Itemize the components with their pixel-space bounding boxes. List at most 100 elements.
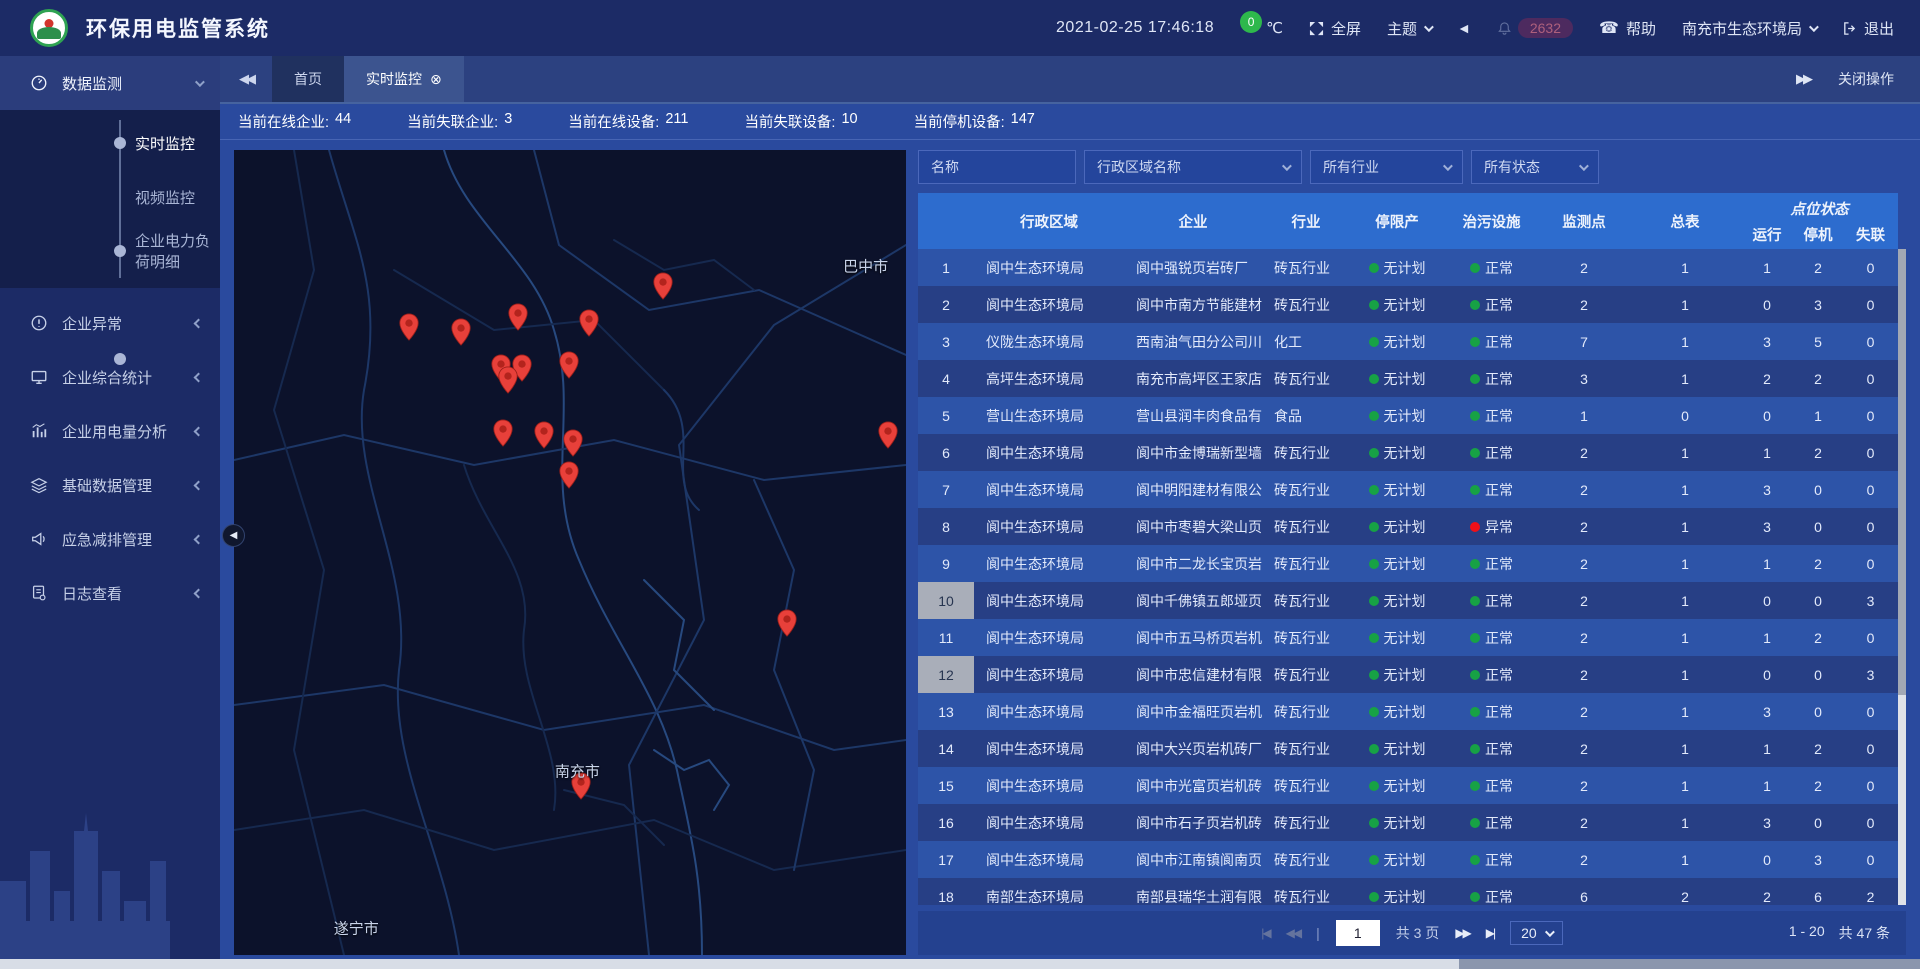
horizontal-scrollbar[interactable] <box>0 959 1920 969</box>
table-row[interactable]: 6 阆中生态环境局 阆中市金博瑞新型墙材 砖瓦行业 无计划 正常 2 1 1 2 <box>918 434 1898 471</box>
status-select[interactable]: 所有状态 <box>1471 150 1599 184</box>
sidebar-item-label: 数据监测 <box>62 73 181 94</box>
sidebar-item-enterprise-abnormal[interactable]: 企业异常 <box>0 296 220 350</box>
megaphone-icon <box>30 530 48 548</box>
last-page-button[interactable]: ▶| <box>1486 926 1494 940</box>
page-number-input[interactable] <box>1336 920 1380 946</box>
sidebar-item-base-data-management[interactable]: 基础数据管理 <box>0 458 220 512</box>
notification-area[interactable]: 2632 <box>1497 18 1573 38</box>
table-row[interactable]: 2 阆中生态环境局 阆中市南方节能建材有 砖瓦行业 无计划 正常 2 1 0 3 <box>918 286 1898 323</box>
sidebar-item-data-monitoring[interactable]: 数据监测 <box>0 56 220 110</box>
table-row[interactable]: 13 阆中生态环境局 阆中市金福旺页岩机砖 砖瓦行业 无计划 正常 2 1 3 … <box>918 693 1898 730</box>
status-dot-icon <box>1470 855 1480 865</box>
sidebar-item-video-monitoring[interactable]: 视频监控 <box>0 170 220 224</box>
map-pin-icon[interactable] <box>653 272 674 305</box>
sound-toggle-button[interactable]: ◄ <box>1457 20 1471 36</box>
status-dot-icon <box>1470 485 1480 495</box>
table-row[interactable]: 3 仪陇生态环境局 西南油气田分公司川中 化工 无计划 正常 7 1 3 5 0 <box>918 323 1898 360</box>
tab-list: 首页 实时监控 ⊗ <box>272 56 464 102</box>
next-page-button[interactable]: ▶▶ <box>1455 926 1469 940</box>
row-facility-status: 正常 <box>1444 804 1539 841</box>
sidebar-item-log-view[interactable]: 日志查看 <box>0 566 220 620</box>
table-row[interactable]: 5 营山生态环境局 营山县润丰肉食品有限 食品 无计划 正常 1 0 0 1 0 <box>918 397 1898 434</box>
row-region: 阆中生态环境局 <box>974 286 1124 323</box>
temperature-badge: 0 <box>1240 11 1262 33</box>
row-lost-count: 0 <box>1843 693 1898 730</box>
map-pin-icon[interactable] <box>562 429 583 462</box>
map-canvas[interactable]: 巴中市南充市遂宁市 <box>234 150 906 955</box>
organization-dropdown[interactable]: 南充市生态环境局 <box>1682 18 1816 39</box>
table-row[interactable]: 11 阆中生态环境局 阆中市五马桥页岩机砖 砖瓦行业 无计划 正常 2 1 1 … <box>918 619 1898 656</box>
row-plan-status: 无计划 <box>1350 397 1444 434</box>
table-row[interactable]: 1 阆中生态环境局 阆中强锐页岩砖厂 砖瓦行业 无计划 正常 2 1 1 2 0 <box>918 249 1898 286</box>
map-pin-icon[interactable] <box>558 351 579 384</box>
map-pin-icon[interactable] <box>558 461 579 494</box>
map-pin-icon[interactable] <box>493 419 514 452</box>
row-facility-status: 正常 <box>1444 545 1539 582</box>
theme-dropdown[interactable]: 主题 <box>1387 18 1431 39</box>
tabs-scroll-left-button[interactable]: ◀◀ <box>220 56 272 102</box>
table-row[interactable]: 18 南部生态环境局 南部县瑞华土润有限公 砖瓦行业 无计划 正常 6 2 2 … <box>918 878 1898 905</box>
table-row[interactable]: 10 阆中生态环境局 阆中千佛镇五郎垭页岩 砖瓦行业 无计划 正常 2 1 0 … <box>918 582 1898 619</box>
map-pin-icon[interactable] <box>534 421 555 454</box>
table-row[interactable]: 7 阆中生态环境局 阆中明阳建材有限公司 砖瓦行业 无计划 正常 2 1 3 0 <box>918 471 1898 508</box>
close-icon[interactable]: ⊗ <box>430 71 442 88</box>
map-pin-icon[interactable] <box>497 366 518 399</box>
row-region: 阆中生态环境局 <box>974 545 1124 582</box>
tab-item[interactable]: 首页 <box>272 56 344 102</box>
row-meters: 1 <box>1629 545 1741 582</box>
row-plan-status: 无计划 <box>1350 434 1444 471</box>
fullscreen-button[interactable]: 全屏 <box>1309 18 1361 39</box>
sidebar-item-power-load-detail[interactable]: 企业电力负荷明细 <box>0 224 220 278</box>
table-row[interactable]: 9 阆中生态环境局 阆中市二龙长宝页岩砖 砖瓦行业 无计划 正常 2 1 1 2 <box>918 545 1898 582</box>
table-row[interactable]: 14 阆中生态环境局 阆中大兴页岩机砖厂 砖瓦行业 无计划 正常 2 1 1 2 <box>918 730 1898 767</box>
logout-button[interactable]: 退出 <box>1842 18 1894 39</box>
table-row[interactable]: 12 阆中生态环境局 阆中市忠信建材有限公 砖瓦行业 无计划 正常 2 1 0 … <box>918 656 1898 693</box>
tabs-scroll-right-button[interactable]: ▶▶ <box>1796 71 1810 87</box>
table-row[interactable]: 15 阆中生态环境局 阆中市光富页岩机砖厂 砖瓦行业 无计划 正常 2 1 1 … <box>918 767 1898 804</box>
prev-page-button[interactable]: ◀◀ <box>1286 926 1300 940</box>
map-pin-icon[interactable] <box>579 309 600 342</box>
map-pin-icon[interactable] <box>777 609 798 642</box>
row-run-count: 1 <box>1741 545 1793 582</box>
row-stop-count: 5 <box>1793 323 1843 360</box>
map-pin-icon[interactable] <box>451 318 472 351</box>
document-icon <box>30 584 48 602</box>
sidebar-item-emergency-reduction[interactable]: 应急减排管理 <box>0 512 220 566</box>
row-facility-status: 正常 <box>1444 582 1539 619</box>
row-facility-status: 正常 <box>1444 249 1539 286</box>
table-row[interactable]: 17 阆中生态环境局 阆中市江南镇阆南页岩 砖瓦行业 无计划 正常 2 1 0 … <box>918 841 1898 878</box>
table-row[interactable]: 16 阆中生态环境局 阆中市石子页岩机砖厂 砖瓦行业 无计划 正常 2 1 3 … <box>918 804 1898 841</box>
alert-circle-icon <box>30 314 48 332</box>
tab-item[interactable]: 实时监控 ⊗ <box>344 56 464 102</box>
name-search-input[interactable] <box>918 150 1076 184</box>
first-page-button[interactable]: |◀ <box>1261 926 1269 940</box>
close-operations-dropdown[interactable]: 关闭操作 <box>1838 69 1894 89</box>
scrollbar-thumb[interactable] <box>0 959 1459 969</box>
scrollbar-thumb[interactable] <box>1898 249 1906 695</box>
table-row[interactable]: 4 高坪生态环境局 南充市高坪区王家店建 砖瓦行业 无计划 正常 3 1 2 2 <box>918 360 1898 397</box>
sidebar-item-power-usage-analysis[interactable]: 企业用电量分析 <box>0 404 220 458</box>
row-lost-count: 0 <box>1843 545 1898 582</box>
app-logo-icon <box>30 9 68 47</box>
region-select[interactable]: 行政区域名称 <box>1084 150 1302 184</box>
column-header-lost: 失联 <box>1843 221 1898 249</box>
row-stop-count: 3 <box>1793 286 1843 323</box>
table-vertical-scrollbar[interactable] <box>1898 249 1906 905</box>
column-header-stop: 停机 <box>1793 221 1843 249</box>
map-pin-icon[interactable] <box>507 303 528 336</box>
column-header-run: 运行 <box>1741 221 1793 249</box>
page-size-select[interactable]: 20 <box>1510 921 1563 945</box>
row-facility-status: 正常 <box>1444 656 1539 693</box>
sidebar-item-realtime-monitoring[interactable]: 实时监控 <box>0 116 220 170</box>
map-pin-icon[interactable] <box>877 421 898 454</box>
table-row[interactable]: 8 阆中生态环境局 阆中市枣碧大梁山页岩 砖瓦行业 无计划 异常 2 1 3 0 <box>918 508 1898 545</box>
industry-select[interactable]: 所有行业 <box>1310 150 1463 184</box>
row-index: 2 <box>918 286 974 323</box>
row-points: 7 <box>1539 323 1629 360</box>
map-pin-icon[interactable] <box>399 313 420 346</box>
chevron-down-icon <box>1579 161 1589 171</box>
row-lost-count: 0 <box>1843 508 1898 545</box>
help-button[interactable]: ☎ 帮助 <box>1599 18 1656 39</box>
sidebar-item-enterprise-statistics[interactable]: 企业综合统计 <box>0 350 220 404</box>
